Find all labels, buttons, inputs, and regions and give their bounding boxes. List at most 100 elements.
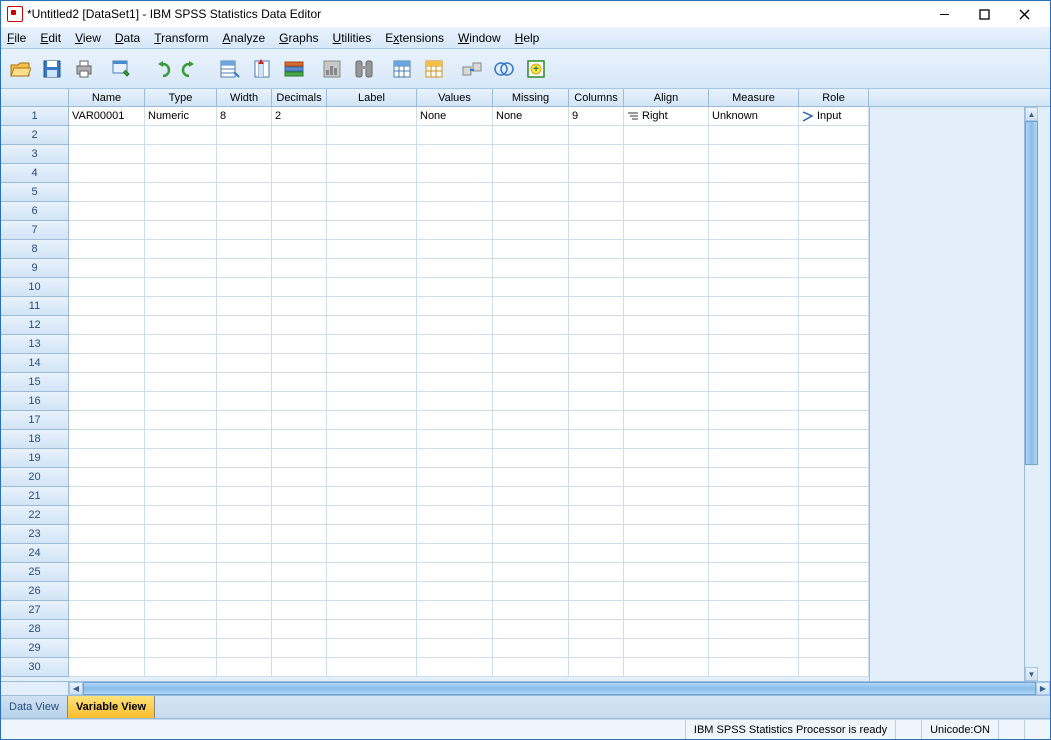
cell[interactable] [327,145,417,163]
cell[interactable] [709,373,799,391]
cell[interactable] [799,658,869,676]
cell[interactable] [327,297,417,315]
scroll-thumb[interactable] [1025,121,1038,465]
cell[interactable] [272,145,327,163]
insert-cases-icon[interactable] [387,54,417,84]
cell[interactable] [417,240,493,258]
cell[interactable] [493,202,569,220]
cell[interactable] [145,297,217,315]
cell[interactable] [272,126,327,144]
hscroll-thumb[interactable] [83,682,1036,695]
cell[interactable] [799,259,869,277]
cell[interactable] [272,411,327,429]
cell[interactable] [272,506,327,524]
cell[interactable] [69,259,145,277]
cell[interactable] [272,449,327,467]
cell[interactable] [327,202,417,220]
cell[interactable] [709,221,799,239]
cell[interactable] [145,411,217,429]
cell[interactable] [272,487,327,505]
cell[interactable] [145,164,217,182]
cell[interactable] [569,506,624,524]
row-header[interactable]: 22 [1,506,69,525]
menu-help[interactable]: Help [515,31,540,45]
cell[interactable] [417,430,493,448]
cell[interactable]: Input [799,107,869,125]
cell[interactable] [493,183,569,201]
cell[interactable] [569,525,624,543]
row-header[interactable]: 30 [1,658,69,677]
insert-variable-icon[interactable] [419,54,449,84]
cell[interactable] [799,563,869,581]
cell[interactable] [69,278,145,296]
cell[interactable] [709,183,799,201]
cell[interactable] [327,525,417,543]
cell[interactable] [145,601,217,619]
cell[interactable] [145,373,217,391]
cell[interactable] [69,601,145,619]
cell[interactable] [69,145,145,163]
cell[interactable] [327,126,417,144]
cell[interactable] [709,145,799,163]
undo-icon[interactable] [145,54,175,84]
cell[interactable] [569,601,624,619]
col-width[interactable]: Width [217,89,272,106]
cell[interactable] [709,658,799,676]
cell[interactable] [624,240,709,258]
cell[interactable] [799,221,869,239]
cell[interactable] [145,278,217,296]
cell[interactable] [145,202,217,220]
cell[interactable] [624,259,709,277]
row-header[interactable]: 9 [1,259,69,278]
cell[interactable] [624,126,709,144]
cell[interactable] [327,544,417,562]
cell[interactable] [493,221,569,239]
cell[interactable] [799,335,869,353]
cell[interactable] [709,240,799,258]
cell[interactable] [217,145,272,163]
cell[interactable] [272,430,327,448]
cell[interactable] [624,506,709,524]
cell[interactable] [624,335,709,353]
cell[interactable] [493,126,569,144]
cell[interactable] [569,164,624,182]
cell[interactable] [145,506,217,524]
row-header[interactable]: 3 [1,145,69,164]
cell[interactable] [493,373,569,391]
cell[interactable] [709,430,799,448]
cell[interactable] [69,316,145,334]
scroll-right-icon[interactable]: ▶ [1036,682,1050,695]
row-header[interactable]: 25 [1,563,69,582]
cell[interactable] [272,392,327,410]
cell[interactable] [569,316,624,334]
cell[interactable] [145,183,217,201]
row-header[interactable]: 14 [1,354,69,373]
row-header[interactable]: 4 [1,164,69,183]
cell[interactable] [217,183,272,201]
cell[interactable] [709,297,799,315]
maximize-button[interactable] [964,1,1004,27]
menu-utilities[interactable]: Utilities [333,31,372,45]
row-header[interactable]: 1 [1,107,69,126]
cell[interactable] [709,449,799,467]
row-header[interactable]: 17 [1,411,69,430]
cell[interactable] [69,221,145,239]
cell[interactable] [417,468,493,486]
cell[interactable] [493,430,569,448]
cell[interactable] [709,601,799,619]
cell[interactable] [417,582,493,600]
cell[interactable] [217,563,272,581]
cell[interactable] [569,126,624,144]
cell[interactable] [624,468,709,486]
cell[interactable] [417,601,493,619]
row-header[interactable]: 28 [1,620,69,639]
cell[interactable] [493,335,569,353]
cell[interactable] [217,582,272,600]
cell[interactable] [493,449,569,467]
cell[interactable] [327,373,417,391]
cell[interactable]: None [493,107,569,125]
cell[interactable] [709,259,799,277]
cell[interactable] [799,354,869,372]
row-header[interactable]: 2 [1,126,69,145]
cell[interactable] [217,639,272,657]
